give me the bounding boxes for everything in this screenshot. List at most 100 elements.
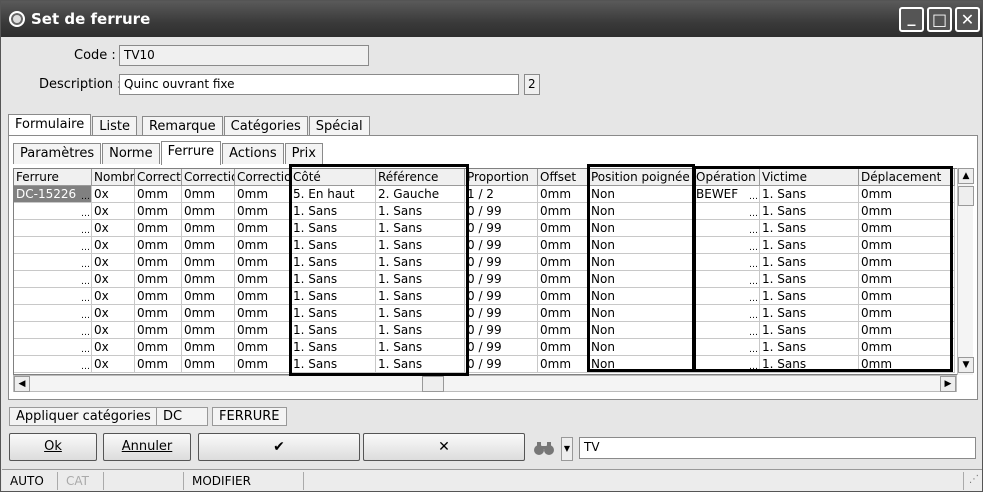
cell-offset[interactable]: 0mm <box>538 339 589 356</box>
cell-cote[interactable]: 1. Sans <box>291 237 376 254</box>
cell-offset[interactable]: 0mm <box>538 254 589 271</box>
cell-position-poignee[interactable]: Non <box>589 203 694 220</box>
cell-nombre[interactable]: 0x <box>92 305 135 322</box>
cell-cote[interactable]: 5. En haut <box>291 186 376 203</box>
ellipsis-button-icon[interactable]: … <box>81 261 90 270</box>
ferrure-grid[interactable]: Ferrure Nombr Correct Correctio Correctio Côt… <box>13 168 973 375</box>
subtab-prix[interactable]: Prix <box>284 143 323 164</box>
ellipsis-button-icon[interactable]: … <box>749 346 758 355</box>
cell-operation[interactable]: … <box>694 271 760 288</box>
cell-correction-2[interactable]: 0mm <box>182 237 235 254</box>
cell-correction-3[interactable]: 0mm <box>235 254 291 271</box>
ellipsis-button-icon[interactable]: … <box>81 295 90 304</box>
column-header-correction-3[interactable]: Correctio <box>235 169 291 186</box>
scroll-up-icon[interactable]: ▲ <box>958 168 974 184</box>
ellipsis-button-icon[interactable]: … <box>81 329 90 338</box>
cell-ferrure[interactable]: … <box>14 322 92 339</box>
cell-ferrure[interactable]: … <box>14 237 92 254</box>
cell-nombre[interactable]: 0x <box>92 271 135 288</box>
cell-nombre[interactable]: 0x <box>92 339 135 356</box>
resize-grip-icon[interactable]: ⋰ <box>969 474 979 485</box>
cell-deplacement[interactable]: 0mm <box>859 305 955 322</box>
cancel-button[interactable]: Annuler <box>103 433 191 461</box>
column-header-deplacement[interactable]: Déplacement <box>859 169 955 186</box>
ellipsis-button-icon[interactable]: … <box>749 193 758 202</box>
horizontal-scrollbar[interactable]: ◀ ▶ <box>13 375 957 392</box>
cell-nombre[interactable]: 0x <box>92 237 135 254</box>
cell-ferrure[interactable]: … <box>14 254 92 271</box>
cell-operation[interactable]: … <box>694 288 760 305</box>
search-input[interactable]: TV <box>579 437 976 459</box>
cell-victime[interactable]: 1. Sans <box>760 339 859 356</box>
cell-cote[interactable]: 1. Sans <box>291 203 376 220</box>
scroll-right-icon[interactable]: ▶ <box>940 376 956 392</box>
column-header-victime[interactable]: Victime <box>760 169 859 186</box>
cell-operation[interactable]: … <box>694 203 760 220</box>
cell-victime[interactable]: 1. Sans <box>760 203 859 220</box>
cell-victime[interactable]: 1. Sans <box>760 186 859 203</box>
cell-reference[interactable]: 1. Sans <box>376 305 465 322</box>
ellipsis-button-icon[interactable]: … <box>81 363 90 372</box>
cell-correction-1[interactable]: 0mm <box>135 186 182 203</box>
search-dropdown-icon[interactable]: ▼ <box>561 437 573 461</box>
cell-operation[interactable]: … <box>694 305 760 322</box>
cell-deplacement[interactable]: 0mm <box>859 322 955 339</box>
ellipsis-button-icon[interactable]: … <box>749 312 758 321</box>
cell-proportion[interactable]: 0 / 99 <box>465 305 538 322</box>
cell-victime[interactable]: 1. Sans <box>760 237 859 254</box>
cell-correction-2[interactable]: 0mm <box>182 305 235 322</box>
cell-correction-3[interactable]: 0mm <box>235 288 291 305</box>
cell-victime[interactable]: 1. Sans <box>760 288 859 305</box>
cell-nombre[interactable]: 0x <box>92 186 135 203</box>
cell-position-poignee[interactable]: Non <box>589 322 694 339</box>
cell-correction-3[interactable]: 0mm <box>235 203 291 220</box>
cell-reference[interactable]: 1. Sans <box>376 254 465 271</box>
cell-correction-1[interactable]: 0mm <box>135 356 182 373</box>
cell-offset[interactable]: 0mm <box>538 220 589 237</box>
column-header-nombre[interactable]: Nombr <box>92 169 135 186</box>
cell-cote[interactable]: 1. Sans <box>291 339 376 356</box>
cell-cote[interactable]: 1. Sans <box>291 322 376 339</box>
cell-correction-1[interactable]: 0mm <box>135 271 182 288</box>
cell-correction-1[interactable]: 0mm <box>135 254 182 271</box>
cell-position-poignee[interactable]: Non <box>589 288 694 305</box>
cell-proportion[interactable]: 0 / 99 <box>465 254 538 271</box>
cell-victime[interactable]: 1. Sans <box>760 305 859 322</box>
close-button[interactable]: ✕ <box>955 7 980 32</box>
cell-proportion[interactable]: 1 / 2 <box>465 186 538 203</box>
scroll-down-icon[interactable]: ▼ <box>958 357 974 373</box>
cell-correction-2[interactable]: 0mm <box>182 220 235 237</box>
cell-reference[interactable]: 1. Sans <box>376 271 465 288</box>
cell-position-poignee[interactable]: Non <box>589 220 694 237</box>
cell-nombre[interactable]: 0x <box>92 288 135 305</box>
cell-correction-2[interactable]: 0mm <box>182 203 235 220</box>
cell-correction-3[interactable]: 0mm <box>235 220 291 237</box>
cell-proportion[interactable]: 0 / 99 <box>465 237 538 254</box>
ellipsis-button-icon[interactable]: … <box>81 312 90 321</box>
cell-operation[interactable]: … <box>694 220 760 237</box>
column-header-correction-2[interactable]: Correctio <box>182 169 235 186</box>
cell-nombre[interactable]: 0x <box>92 254 135 271</box>
cell-proportion[interactable]: 0 / 99 <box>465 339 538 356</box>
cell-correction-2[interactable]: 0mm <box>182 288 235 305</box>
cell-proportion[interactable]: 0 / 99 <box>465 220 538 237</box>
cell-reference[interactable]: 1. Sans <box>376 339 465 356</box>
cell-correction-1[interactable]: 0mm <box>135 237 182 254</box>
binoculars-icon[interactable] <box>532 439 556 457</box>
cell-correction-3[interactable]: 0mm <box>235 305 291 322</box>
tab-special[interactable]: Spécial <box>308 116 370 137</box>
cell-deplacement[interactable]: 0mm <box>859 339 955 356</box>
cell-ferrure[interactable]: … <box>14 203 92 220</box>
column-header-cote[interactable]: Côté <box>291 169 376 186</box>
column-header-proportion[interactable]: Proportion <box>465 169 538 186</box>
cell-deplacement[interactable]: 0mm <box>859 356 955 373</box>
maximize-button[interactable]: □ <box>927 7 952 32</box>
minimize-button[interactable]: _ <box>899 7 924 32</box>
cell-position-poignee[interactable]: Non <box>589 254 694 271</box>
tab-remarque[interactable]: Remarque <box>141 116 223 137</box>
cell-offset[interactable]: 0mm <box>538 203 589 220</box>
tab-liste[interactable]: Liste <box>92 116 137 137</box>
cell-correction-2[interactable]: 0mm <box>182 339 235 356</box>
cell-operation[interactable]: BEWEF… <box>694 186 760 203</box>
cell-proportion[interactable]: 0 / 99 <box>465 322 538 339</box>
